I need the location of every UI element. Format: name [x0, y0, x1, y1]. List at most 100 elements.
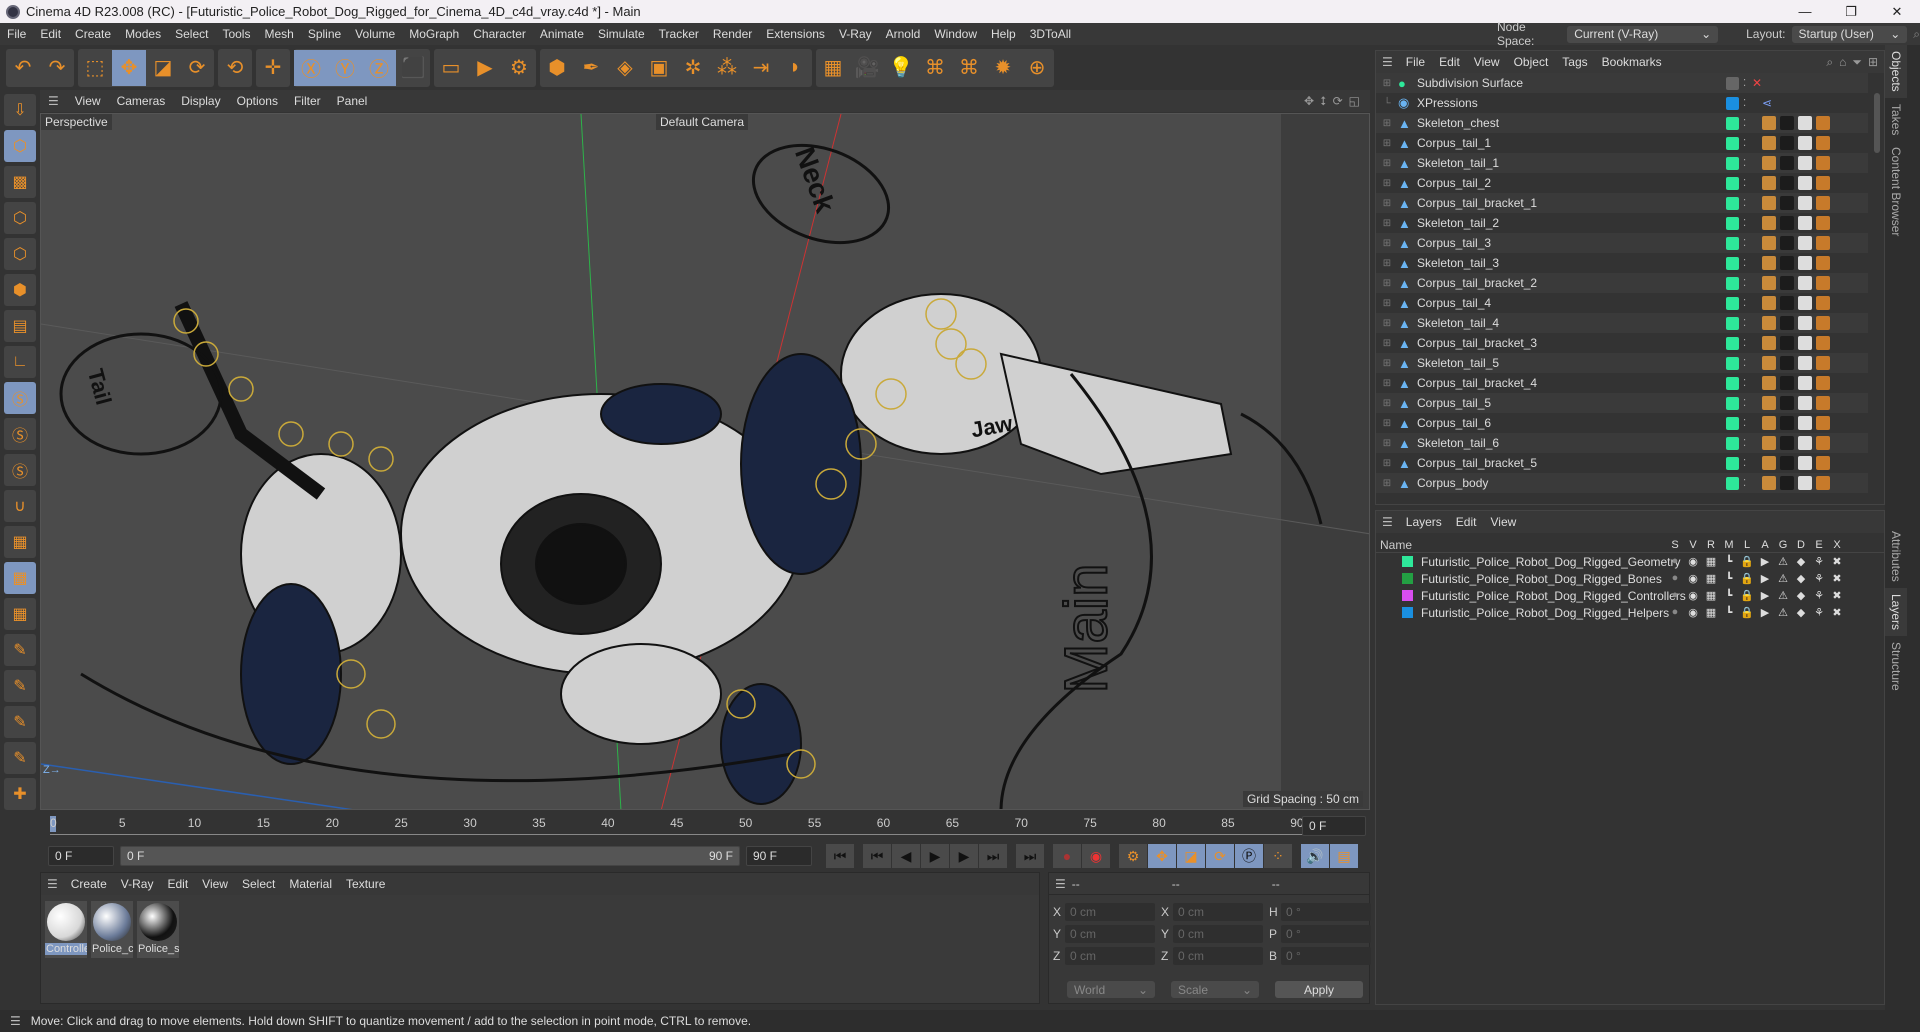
move-button[interactable]: ✥	[112, 49, 146, 86]
pan-icon[interactable]: ✥	[1304, 94, 1314, 109]
object-row[interactable]: ⊞ ▲ Corpus_tail_bracket_1 ⁚	[1376, 193, 1868, 213]
subdivision-surface-button[interactable]: ◈	[608, 50, 642, 86]
layer-color-swatch[interactable]	[1726, 376, 1739, 390]
menu-edit[interactable]: Edit	[33, 27, 68, 41]
layer-flag-v-icon[interactable]: ◉	[1684, 606, 1702, 619]
visibility-dots-icon[interactable]: ⁚	[1743, 118, 1746, 129]
layer-flag-x-icon[interactable]: ✖	[1828, 572, 1846, 585]
visibility-dots-icon[interactable]: ⁚	[1743, 318, 1746, 329]
deformer-button[interactable]: ◗	[778, 50, 812, 86]
layer-color-swatch[interactable]	[1726, 416, 1739, 430]
ik-tag-icon[interactable]	[1816, 456, 1830, 470]
node-space-dropdown[interactable]: Current (V-Ray) ⌄	[1567, 25, 1719, 43]
material-menu-material[interactable]: Material	[282, 877, 339, 891]
transform-button[interactable]: ✛	[256, 50, 290, 86]
ik-tag-icon[interactable]	[1816, 156, 1830, 170]
expand-icon[interactable]: ⊞	[1376, 158, 1398, 169]
object-row[interactable]: ⊞ ▲ Corpus_tail_3 ⁚	[1376, 233, 1868, 253]
layer-flag-x-icon[interactable]: ✖	[1828, 589, 1846, 602]
key-pla-button[interactable]: ⁘	[1264, 844, 1292, 868]
layer-flag-x-icon[interactable]: ✖	[1828, 606, 1846, 619]
layer-flag-e-icon[interactable]: ⚘	[1810, 606, 1828, 619]
layer-color-swatch[interactable]	[1726, 196, 1739, 210]
ik-tag-icon[interactable]	[1816, 296, 1830, 310]
layer-color-swatch[interactable]	[1726, 356, 1739, 370]
weight-tag-icon[interactable]	[1762, 336, 1776, 350]
psr-button[interactable]: ⟲	[218, 50, 252, 86]
material-menu-view[interactable]: View	[195, 877, 235, 891]
material-tag-icon[interactable]	[1780, 356, 1794, 370]
visibility-dots-icon[interactable]: ⁚	[1743, 158, 1746, 169]
polygons-mode-button[interactable]: ⬢	[4, 274, 36, 306]
rotation-p-field[interactable]: 0 °	[1281, 925, 1371, 943]
ik-tag-icon[interactable]	[1816, 416, 1830, 430]
search-icon[interactable]: ⌕	[1826, 55, 1833, 70]
texture-tag-icon[interactable]	[1798, 436, 1812, 450]
menu-select[interactable]: Select	[168, 27, 215, 41]
texture-tag-icon[interactable]	[1798, 176, 1812, 190]
expand-icon[interactable]: ⊞	[1376, 218, 1398, 229]
search-icon[interactable]: ⌕	[1913, 27, 1920, 42]
layer-flag-s-icon[interactable]: ●	[1666, 572, 1684, 585]
vray-globe-button[interactable]: ⊕	[1020, 50, 1054, 86]
floor-button[interactable]: ▦	[816, 50, 850, 86]
layer-color-swatch[interactable]	[1726, 116, 1739, 130]
x-axis-button[interactable]: Ⓧ	[294, 49, 328, 86]
end-frame-field[interactable]: 90 F	[746, 846, 812, 866]
texture-tag-icon[interactable]	[1798, 296, 1812, 310]
texture-tag-icon[interactable]	[1798, 336, 1812, 350]
menu-modes[interactable]: Modes	[118, 27, 168, 41]
weight-tag-icon[interactable]	[1762, 156, 1776, 170]
visibility-dots-icon[interactable]: ⁚	[1743, 458, 1746, 469]
extrude-button[interactable]: ▣	[642, 50, 676, 86]
weight-tag-icon[interactable]	[1762, 276, 1776, 290]
layer-flag-v-icon[interactable]: ◉	[1684, 589, 1702, 602]
current-frame-field[interactable]: 0 F	[1302, 816, 1366, 836]
menu-spline[interactable]: Spline	[301, 27, 348, 41]
next-frame-button[interactable]: ▶	[950, 844, 978, 868]
visibility-dots-icon[interactable]: ⁚	[1743, 98, 1746, 109]
camera-button[interactable]: 🎥	[850, 50, 884, 86]
size-z-field[interactable]: 0 cm	[1173, 947, 1263, 965]
home-icon[interactable]: ⌂	[1839, 55, 1846, 70]
layer-color-swatch[interactable]	[1402, 590, 1413, 601]
light-button[interactable]: 💡	[884, 50, 918, 86]
layer-color-swatch[interactable]	[1726, 396, 1739, 410]
side-tab-structure[interactable]: Structure	[1885, 636, 1907, 697]
ik-tag-icon[interactable]	[1816, 476, 1830, 490]
weight-tag-icon[interactable]	[1762, 116, 1776, 130]
menu-animate[interactable]: Animate	[533, 27, 591, 41]
material-tag-icon[interactable]	[1780, 116, 1794, 130]
add-joint-button[interactable]: ✚	[4, 778, 36, 810]
material-tag-icon[interactable]	[1780, 256, 1794, 270]
sound-icon[interactable]: 🔊	[1301, 844, 1329, 868]
rotation-b-field[interactable]: 0 °	[1281, 947, 1371, 965]
previous-frame-button[interactable]: ◀	[892, 844, 920, 868]
texture-tag-icon[interactable]	[1798, 316, 1812, 330]
viewport-menu-filter[interactable]: Filter	[286, 94, 329, 108]
menu-create[interactable]: Create	[68, 27, 118, 41]
material-tag-icon[interactable]	[1780, 456, 1794, 470]
expand-icon[interactable]: ⊞	[1376, 398, 1398, 409]
ik-tag-icon[interactable]	[1816, 396, 1830, 410]
visibility-dots-icon[interactable]: ⁚	[1743, 398, 1746, 409]
material-tag-icon[interactable]	[1780, 316, 1794, 330]
layer-color-swatch[interactable]	[1726, 476, 1739, 490]
solo-single-button[interactable]: Ⓢ	[4, 418, 36, 450]
workplane-button[interactable]: ▦	[4, 526, 36, 558]
hamburger-icon[interactable]: ☰	[1376, 55, 1399, 69]
filter-icon[interactable]: ⏷	[1852, 55, 1862, 70]
object-menu-object[interactable]: Object	[1507, 55, 1556, 69]
material-swatch[interactable]: Police_cc	[91, 901, 133, 958]
expand-icon[interactable]: ⊞	[1376, 358, 1398, 369]
material-tag-icon[interactable]	[1780, 176, 1794, 190]
keyframe-selection-button[interactable]: ⚙	[1119, 844, 1147, 868]
side-tab-objects[interactable]: Objects	[1885, 45, 1907, 98]
layer-flag-a-icon[interactable]: ▶	[1756, 606, 1774, 619]
key-parameter-button[interactable]: Ⓟ	[1235, 844, 1263, 868]
undo-button[interactable]: ↶	[6, 50, 40, 86]
layer-color-swatch[interactable]	[1726, 216, 1739, 230]
timeline-ruler[interactable]: 0 5 10 15 20 25 30 35 40 45 50 55 60 65 70 75 80 85 90 0 F	[40, 812, 1370, 842]
expand-icon[interactable]: ⊞	[1376, 438, 1398, 449]
layer-flag-e-icon[interactable]: ⚘	[1810, 555, 1828, 568]
